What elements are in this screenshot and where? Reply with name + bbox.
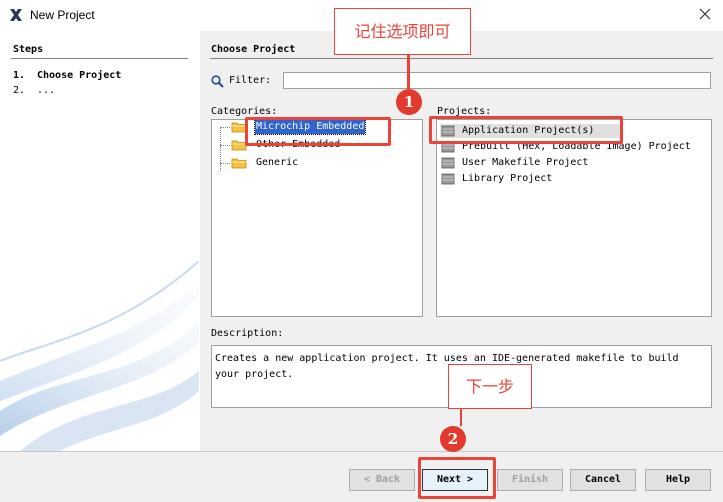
filter-input[interactable] xyxy=(283,72,711,89)
chip-icon xyxy=(441,173,455,185)
highlight-next-button xyxy=(418,457,496,499)
step-badge-1: 1 xyxy=(396,89,422,115)
step-label: ... xyxy=(37,85,56,96)
steps-panel: Steps 1. Choose Project 2.... xyxy=(0,31,199,451)
search-icon xyxy=(211,75,224,88)
window-title: New Project xyxy=(30,8,95,22)
divider xyxy=(11,58,188,59)
callout-connector xyxy=(407,55,410,89)
tree-connector xyxy=(220,145,230,146)
decorative-swirl xyxy=(0,261,199,451)
callout-remember-option: 记住选项即可 xyxy=(334,8,471,55)
page-title: Choose Project xyxy=(211,44,296,55)
filter-label: Filter: xyxy=(229,75,272,86)
button-bar: < Back Next > Finish Cancel Help xyxy=(0,451,723,502)
callout-next-step: 下一步 xyxy=(448,364,532,409)
project-label: Library Project xyxy=(462,173,553,184)
tree-connector xyxy=(220,127,221,171)
highlight-project xyxy=(429,116,623,144)
finish-button[interactable]: Finish xyxy=(497,469,563,491)
categories-tree[interactable]: Microchip Embedded Other Embedded Generi… xyxy=(211,119,423,317)
tree-connector xyxy=(220,163,230,164)
description-label: Description: xyxy=(211,328,284,339)
app-logo-icon xyxy=(10,9,22,21)
step-2: 2.... xyxy=(13,85,55,96)
category-label: Generic xyxy=(256,157,299,168)
step-label: Choose Project xyxy=(37,70,122,81)
divider xyxy=(210,58,713,59)
folder-icon xyxy=(231,158,247,169)
projects-list[interactable]: Application Project(s) Prebuilt (Hex, Lo… xyxy=(436,119,712,317)
close-icon[interactable] xyxy=(697,6,713,22)
steps-title: Steps xyxy=(13,44,44,55)
callout-connector xyxy=(460,409,462,426)
step-1: 1. Choose Project xyxy=(13,70,121,81)
chip-icon xyxy=(441,157,455,169)
project-label: User Makefile Project xyxy=(462,157,589,168)
categories-label: Categories: xyxy=(211,106,278,117)
step-number: 2. xyxy=(13,85,26,96)
step-badge-2: 2 xyxy=(440,426,466,452)
step-number: 1. xyxy=(13,70,26,81)
help-button[interactable]: Help xyxy=(645,469,711,491)
highlight-category xyxy=(245,117,391,146)
cancel-button[interactable]: Cancel xyxy=(570,469,636,491)
back-button[interactable]: < Back xyxy=(349,469,415,491)
tree-connector xyxy=(220,127,230,128)
